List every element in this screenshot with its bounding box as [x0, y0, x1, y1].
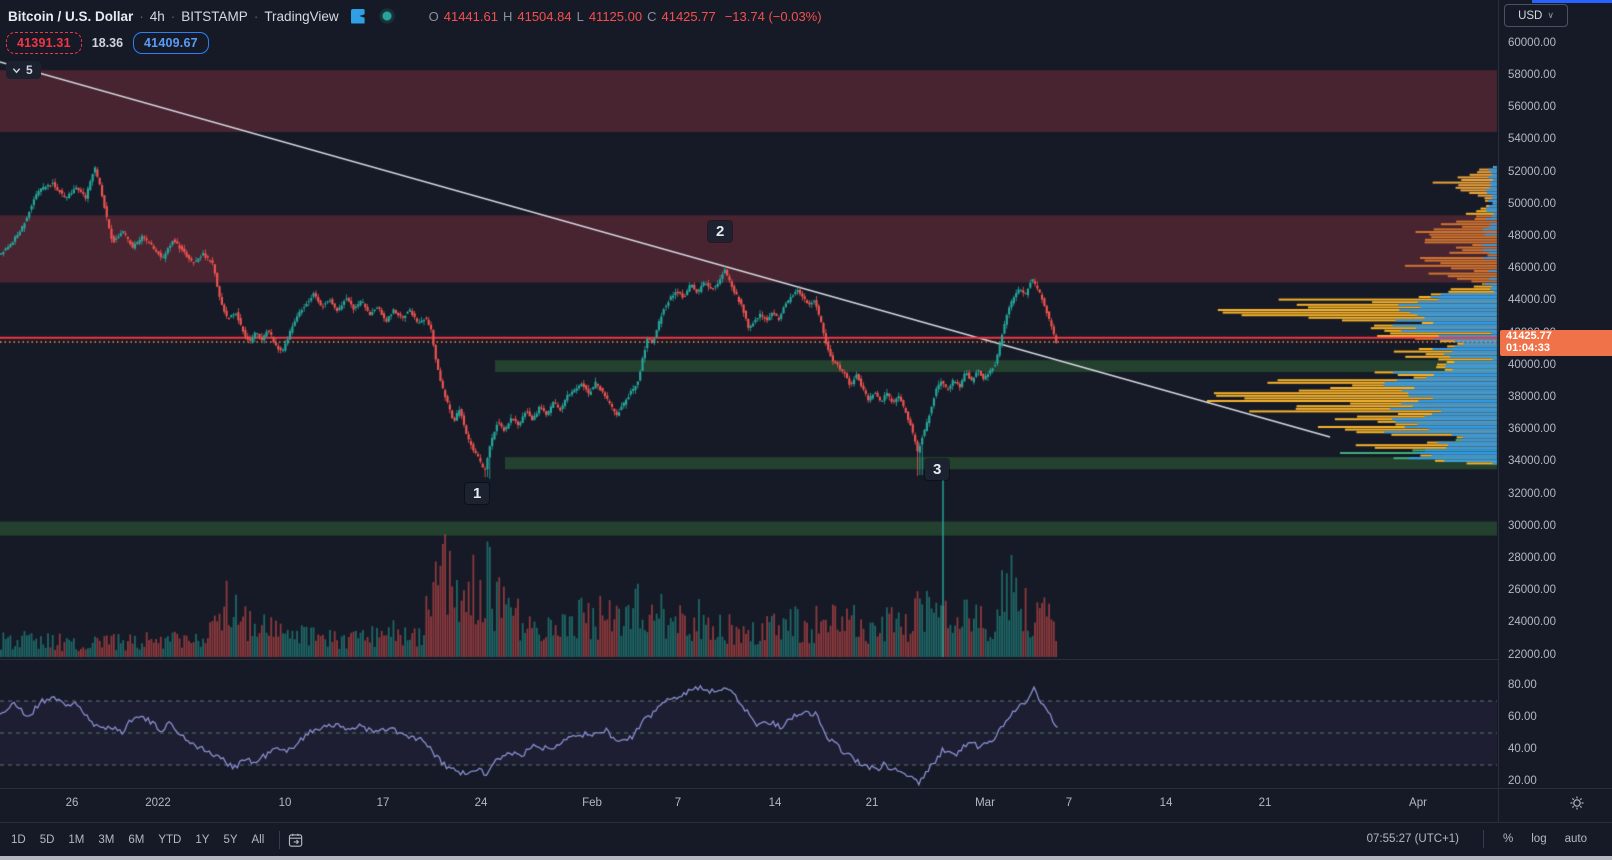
range-button-all[interactable]: All [245, 831, 272, 849]
pane-separator-rsi [0, 659, 1498, 660]
rsi-axis-label: 40.00 [1508, 743, 1537, 755]
alert-price-lower[interactable]: 41391.31 [6, 32, 82, 54]
price-axis-label: 36000.00 [1508, 423, 1556, 435]
time-axis-label: 21 [866, 797, 879, 809]
current-price: 41425.77 [1506, 331, 1612, 343]
time-axis-label: Apr [1409, 797, 1427, 809]
close-label: C [647, 9, 656, 24]
wave-label-1[interactable]: 1 [465, 483, 489, 504]
price-axis-label: 46000.00 [1508, 262, 1556, 274]
price-axis-label: 34000.00 [1508, 455, 1556, 467]
date-range-buttons: 1D5D1M3M6MYTD1Y5YAll [0, 831, 271, 849]
price-axis-label: 44000.00 [1508, 294, 1556, 306]
open-label: O [429, 9, 439, 24]
go-to-date-icon[interactable] [288, 833, 305, 848]
top-accent-strip [1532, 0, 1612, 3]
separator-dot: · [254, 9, 259, 24]
percent-scale-button[interactable]: % [1494, 830, 1522, 848]
wave-label-2[interactable]: 2 [708, 221, 732, 242]
close-value: 41425.77 [661, 9, 715, 24]
price-axis-separator [1498, 0, 1499, 822]
price-axis-label: 48000.00 [1508, 230, 1556, 242]
change-value: −13.74 (−0.03%) [725, 9, 822, 24]
toolbar-divider [1483, 830, 1484, 848]
range-button-5d[interactable]: 5D [33, 831, 62, 849]
rsi-axis-label: 60.00 [1508, 711, 1537, 723]
alert-price-upper[interactable]: 41409.67 [133, 32, 209, 54]
open-value: 41441.61 [444, 9, 498, 24]
chevron-down-icon: ∨ [1547, 10, 1554, 21]
exchange-label: BITSTAMP [181, 9, 248, 24]
ohlc-values: O41441.61 H41504.84 L41125.00 C41425.77 … [429, 9, 822, 24]
auto-scale-button[interactable]: auto [1556, 830, 1596, 848]
range-button-1m[interactable]: 1M [61, 831, 91, 849]
flag-icon[interactable] [351, 9, 365, 24]
currency-button[interactable]: USD ∨ [1504, 4, 1568, 27]
time-axis-label: 7 [675, 797, 681, 809]
interval-label[interactable]: 4h [150, 9, 165, 24]
range-button-5y[interactable]: 5Y [216, 831, 244, 849]
price-axis-label: 24000.00 [1508, 616, 1556, 628]
range-button-ytd[interactable]: YTD [151, 831, 188, 849]
time-axis-label: 7 [1066, 797, 1072, 809]
time-axis-label: 26 [66, 797, 79, 809]
indicators-collapse-badge[interactable]: 5 [6, 61, 41, 79]
rsi-axis-label: 80.00 [1508, 679, 1537, 691]
separator-dot: · [171, 9, 176, 24]
axis-settings-gear-icon[interactable] [1568, 795, 1586, 813]
price-axis-label: 22000.00 [1508, 649, 1556, 661]
price-axis-label: 56000.00 [1508, 101, 1556, 113]
chart-canvas[interactable] [0, 0, 1612, 860]
high-value: 41504.84 [517, 9, 571, 24]
time-axis-label: Mar [975, 797, 995, 809]
range-button-1d[interactable]: 1D [4, 831, 33, 849]
price-axis-label: 30000.00 [1508, 520, 1556, 532]
low-label: L [577, 9, 584, 24]
chart-legend: Bitcoin / U.S. Dollar · 4h · BITSTAMP · … [8, 8, 822, 24]
price-axis-label: 28000.00 [1508, 552, 1556, 564]
wave-label-3[interactable]: 3 [925, 459, 949, 480]
time-axis[interactable]: 26 2022 10 17 24 Feb 7 14 21 Mar 7 14 21 Apr [0, 788, 1612, 822]
time-axis-label: 21 [1259, 797, 1272, 809]
clock-label[interactable]: 07:55:27 (UTC+1) [1367, 833, 1459, 845]
rsi-axis-label: 20.00 [1508, 775, 1537, 787]
alert-row: 41391.31 18.36 41409.67 [6, 32, 209, 54]
market-status-icon[interactable] [379, 8, 395, 24]
time-axis-label: 24 [475, 797, 488, 809]
chevron-down-icon [12, 66, 21, 75]
price-axis-label: 50000.00 [1508, 198, 1556, 210]
price-axis-label: 54000.00 [1508, 133, 1556, 145]
spread-value: 18.36 [92, 36, 123, 50]
price-axis-label: 26000.00 [1508, 584, 1556, 596]
price-axis-label: 40000.00 [1508, 359, 1556, 371]
currency-label: USD [1518, 10, 1542, 22]
time-axis-label: 2022 [145, 797, 171, 809]
time-axis-label: 10 [279, 797, 292, 809]
tradingview-window: Bitcoin / U.S. Dollar · 4h · BITSTAMP · … [0, 0, 1612, 860]
toolbar-divider [279, 831, 280, 849]
low-value: 41125.00 [589, 9, 642, 24]
bottom-edge-strip [0, 856, 1612, 860]
symbol-title[interactable]: Bitcoin / U.S. Dollar [8, 9, 133, 24]
range-button-3m[interactable]: 3M [91, 831, 121, 849]
current-price-countdown-label[interactable]: 41425.77 01:04:33 [1500, 330, 1612, 356]
log-scale-button[interactable]: log [1522, 830, 1555, 848]
indicator-count: 5 [26, 63, 33, 77]
high-label: H [503, 9, 512, 24]
range-button-1y[interactable]: 1Y [188, 831, 216, 849]
price-axis-label: 38000.00 [1508, 391, 1556, 403]
toolbar-right: 07:55:27 (UTC+1) % log auto [1367, 822, 1596, 856]
bar-countdown: 01:04:33 [1506, 343, 1612, 355]
time-axis-label: 17 [377, 797, 390, 809]
separator-dot: · [139, 9, 144, 24]
time-axis-label: 14 [1160, 797, 1173, 809]
price-axis-label: 32000.00 [1508, 488, 1556, 500]
price-axis-label: 60000.00 [1508, 37, 1556, 49]
time-axis-label: Feb [582, 797, 602, 809]
platform-label: TradingView [264, 9, 338, 24]
price-axis-label: 52000.00 [1508, 166, 1556, 178]
time-axis-label: 14 [769, 797, 782, 809]
range-button-6m[interactable]: 6M [121, 831, 151, 849]
price-axis-label: 58000.00 [1508, 69, 1556, 81]
